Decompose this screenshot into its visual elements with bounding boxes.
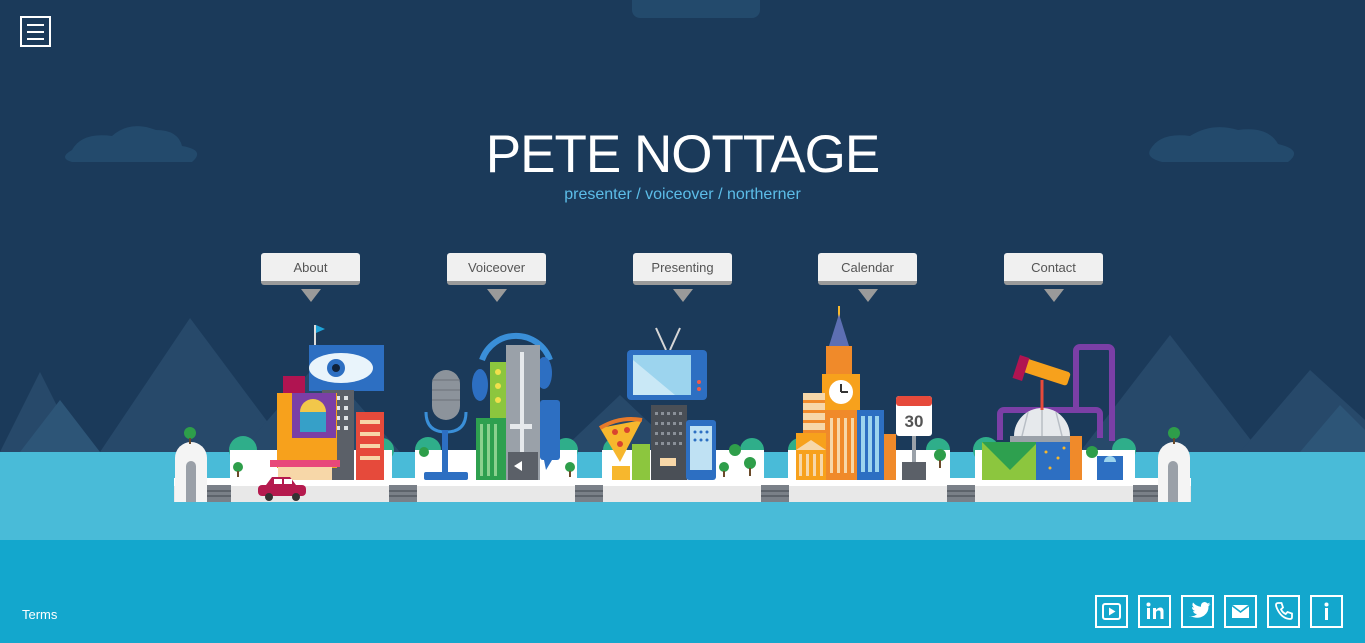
nav-about[interactable]: About [261, 253, 360, 302]
terms-link[interactable]: Terms [22, 607, 57, 622]
city-illustration: 30 [0, 0, 1365, 643]
nav-voiceover-label: Voiceover [447, 253, 546, 285]
nav-about-label: About [261, 253, 360, 285]
email-icon[interactable] [1224, 595, 1257, 628]
pointer-icon [301, 289, 321, 302]
phone-icon[interactable] [1267, 595, 1300, 628]
info-icon[interactable] [1310, 595, 1343, 628]
twitter-icon[interactable] [1181, 595, 1214, 628]
hamburger-menu-button[interactable] [20, 16, 51, 47]
linkedin-icon[interactable] [1138, 595, 1171, 628]
nav-calendar[interactable]: Calendar [818, 253, 917, 302]
pointer-icon [487, 289, 507, 302]
site-subtitle: presenter / voiceover / northerner [564, 186, 801, 203]
nav-presenting[interactable]: Presenting [633, 253, 732, 302]
nav-voiceover[interactable]: Voiceover [447, 253, 546, 302]
pointer-icon [858, 289, 878, 302]
calendar-day: 30 [905, 412, 924, 431]
site-title: PETE NOTTAGE [485, 125, 880, 184]
nav-contact-label: Contact [1004, 253, 1103, 285]
youtube-icon[interactable] [1095, 595, 1128, 628]
pointer-icon [1044, 289, 1064, 302]
pointer-icon [673, 289, 693, 302]
nav-contact[interactable]: Contact [1004, 253, 1103, 302]
nav-presenting-label: Presenting [633, 253, 732, 285]
nav-calendar-label: Calendar [818, 253, 917, 285]
